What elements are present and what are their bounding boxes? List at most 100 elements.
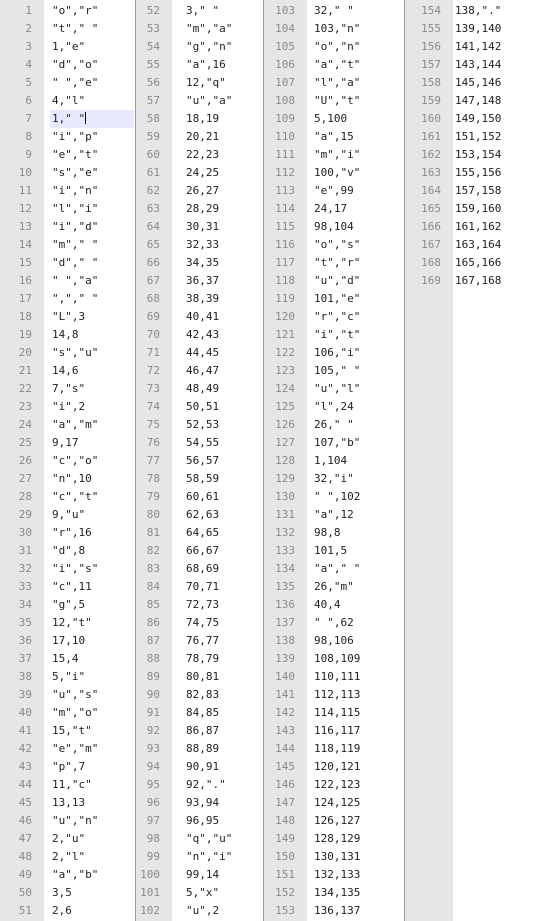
- code-line[interactable]: 73 48,49: [136, 380, 263, 398]
- code-line[interactable]: 74 50,51: [136, 398, 263, 416]
- code-line[interactable]: 163 155,156: [405, 164, 544, 182]
- line-text[interactable]: "U","t": [314, 92, 360, 110]
- code-line[interactable]: 65 32,33: [136, 236, 263, 254]
- line-text[interactable]: 2,"l": [52, 848, 85, 866]
- code-line[interactable]: 86 74,75: [136, 614, 263, 632]
- line-text[interactable]: 60,61: [186, 488, 219, 506]
- line-text[interactable]: 14,8: [52, 326, 79, 344]
- code-line[interactable]: 124 "u","l": [264, 380, 404, 398]
- code-line[interactable]: 77 56,57: [136, 452, 263, 470]
- code-line[interactable]: 39 "u","s": [0, 686, 135, 704]
- code-line[interactable]: 107 "l","a": [264, 74, 404, 92]
- line-text[interactable]: 86,87: [186, 722, 219, 740]
- code-line[interactable]: 6 4,"l": [0, 92, 135, 110]
- code-line[interactable]: 60 22,23: [136, 146, 263, 164]
- line-text[interactable]: "s","u": [52, 344, 98, 362]
- code-line[interactable]: 84 70,71: [136, 578, 263, 596]
- code-line[interactable]: 13 "i","d": [0, 218, 135, 236]
- code-line[interactable]: 166 161,162: [405, 218, 544, 236]
- line-text[interactable]: "u",2: [186, 902, 219, 920]
- line-text[interactable]: "l","a": [314, 74, 360, 92]
- line-text[interactable]: "n",10: [52, 470, 92, 488]
- code-line[interactable]: 35 12,"t": [0, 614, 135, 632]
- line-text[interactable]: 74,75: [186, 614, 219, 632]
- line-text[interactable]: 76,77: [186, 632, 219, 650]
- line-text[interactable]: 32," ": [314, 2, 354, 20]
- code-line[interactable]: 133 101,5: [264, 542, 404, 560]
- code-line[interactable]: 56 12,"q": [136, 74, 263, 92]
- line-text[interactable]: 88,89: [186, 740, 219, 758]
- editor-pane-4[interactable]: 154 138,"." 155 139,140 156 141,142 157 143,144…: [405, 0, 544, 921]
- editor-pane-1[interactable]: 1 "o","r" 2 "t"," " 3 1,"e" 4 "d","o" 5 " ","e" 6 4…: [0, 0, 136, 921]
- code-line[interactable]: 64 30,31: [136, 218, 263, 236]
- line-text[interactable]: 106,"i": [314, 344, 360, 362]
- line-text[interactable]: 114,115: [314, 704, 360, 722]
- code-line[interactable]: 53 "m","a": [136, 20, 263, 38]
- line-text[interactable]: 42,43: [186, 326, 219, 344]
- code-line[interactable]: 62 26,27: [136, 182, 263, 200]
- editor-pane-2[interactable]: 52 3," " 53 "m","a" 54 "g","n" 55 "a",16 56 12,"q…: [136, 0, 264, 921]
- line-text[interactable]: 44,45: [186, 344, 219, 362]
- line-text[interactable]: 28,29: [186, 200, 219, 218]
- code-line[interactable]: 94 90,91: [136, 758, 263, 776]
- code-line[interactable]: 95 92,".": [136, 776, 263, 794]
- line-text[interactable]: 9,"u": [52, 506, 85, 524]
- code-line[interactable]: 50 3,5: [0, 884, 135, 902]
- code-line[interactable]: 140 110,111: [264, 668, 404, 686]
- code-line[interactable]: 32 "i","s": [0, 560, 135, 578]
- code-line[interactable]: 153 136,137: [264, 902, 404, 920]
- code-line[interactable]: 33 "c",11: [0, 578, 135, 596]
- code-line[interactable]: 116 "o","s": [264, 236, 404, 254]
- code-line[interactable]: 91 84,85: [136, 704, 263, 722]
- line-text[interactable]: 1,104: [314, 452, 347, 470]
- line-text[interactable]: 110,111: [314, 668, 360, 686]
- code-line[interactable]: 118 "u","d": [264, 272, 404, 290]
- code-line[interactable]: 11 "i","n": [0, 182, 135, 200]
- code-line[interactable]: 103 32," ": [264, 2, 404, 20]
- code-line[interactable]: 90 82,83: [136, 686, 263, 704]
- code-line[interactable]: 5 " ","e": [0, 74, 135, 92]
- line-text[interactable]: 98,8: [314, 524, 341, 542]
- line-text[interactable]: "e","t": [52, 146, 98, 164]
- code-line[interactable]: 27 "n",10: [0, 470, 135, 488]
- code-line[interactable]: 37 15,4: [0, 650, 135, 668]
- code-line[interactable]: 119 101,"e": [264, 290, 404, 308]
- line-text[interactable]: "c","o": [52, 452, 98, 470]
- line-text[interactable]: 36,37: [186, 272, 219, 290]
- code-line[interactable]: 161 151,152: [405, 128, 544, 146]
- code-line[interactable]: 159 147,148: [405, 92, 544, 110]
- code-line[interactable]: 143 116,117: [264, 722, 404, 740]
- code-line[interactable]: 105 "o","n": [264, 38, 404, 56]
- line-text[interactable]: "o","n": [314, 38, 360, 56]
- code-line[interactable]: 66 34,35: [136, 254, 263, 272]
- code-line[interactable]: 19 14,8: [0, 326, 135, 344]
- code-line[interactable]: 131 "a",12: [264, 506, 404, 524]
- code-line[interactable]: 102 "u",2: [136, 902, 263, 920]
- code-line[interactable]: 69 40,41: [136, 308, 263, 326]
- line-text[interactable]: 108,109: [314, 650, 360, 668]
- line-text[interactable]: 1,"e": [52, 38, 85, 56]
- line-text[interactable]: "l","i": [52, 200, 98, 218]
- line-text[interactable]: 11,"c": [52, 776, 92, 794]
- line-text[interactable]: "s","e": [52, 164, 98, 182]
- code-line[interactable]: 61 24,25: [136, 164, 263, 182]
- line-text[interactable]: 147,148: [455, 92, 501, 110]
- line-text[interactable]: 155,156: [455, 164, 501, 182]
- code-line[interactable]: 17 ","," ": [0, 290, 135, 308]
- line-text[interactable]: "e","m": [52, 740, 98, 758]
- code-line[interactable]: 146 122,123: [264, 776, 404, 794]
- line-text[interactable]: " ",62: [314, 614, 354, 632]
- code-line[interactable]: 87 76,77: [136, 632, 263, 650]
- code-line[interactable]: 158 145,146: [405, 74, 544, 92]
- line-text[interactable]: 126,127: [314, 812, 360, 830]
- code-line[interactable]: 88 78,79: [136, 650, 263, 668]
- code-line[interactable]: 127 107,"b": [264, 434, 404, 452]
- code-line[interactable]: 29 9,"u": [0, 506, 135, 524]
- line-text[interactable]: 26," ": [314, 416, 354, 434]
- line-text[interactable]: "l",24: [314, 398, 354, 416]
- line-text[interactable]: 151,152: [455, 128, 501, 146]
- code-line[interactable]: 114 24,17: [264, 200, 404, 218]
- code-line[interactable]: 110 "a",15: [264, 128, 404, 146]
- line-text[interactable]: 7,"s": [52, 380, 85, 398]
- line-text[interactable]: 139,140: [455, 20, 501, 38]
